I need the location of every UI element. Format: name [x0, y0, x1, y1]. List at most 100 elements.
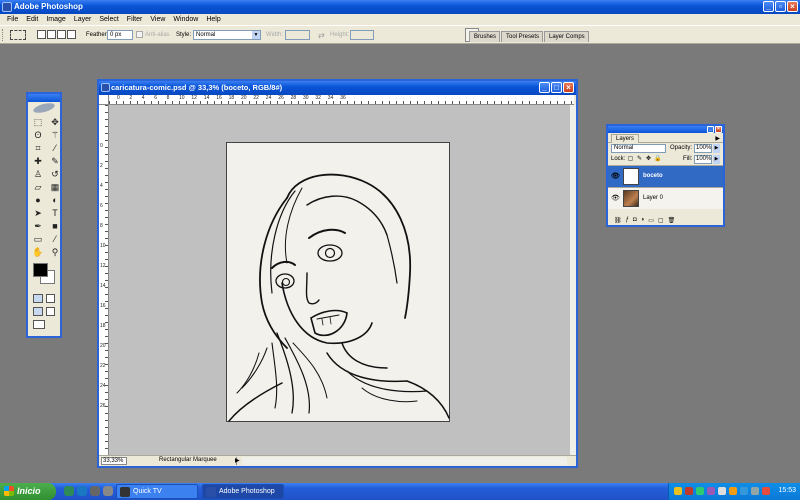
- clone-stamp-icon[interactable]: ♙: [31, 169, 45, 180]
- lock-position-icon[interactable]: ✥: [645, 156, 652, 163]
- tab-brushes[interactable]: Brushes: [469, 31, 501, 42]
- notes-tool-icon[interactable]: ▭: [31, 234, 45, 245]
- task-adobe-photoshop[interactable]: Adobe Photoshop: [202, 484, 284, 499]
- tray-messenger-icon[interactable]: [707, 487, 715, 495]
- zoom-field[interactable]: 33,33%: [101, 457, 127, 465]
- lasso-tool-icon[interactable]: ʘ: [31, 130, 45, 141]
- width-input[interactable]: [285, 30, 310, 40]
- hand-tool-icon[interactable]: ✋: [31, 247, 45, 258]
- tray-bluetooth-icon[interactable]: [740, 487, 748, 495]
- task-quick-tv[interactable]: Quick TV: [116, 484, 198, 499]
- media-player-icon[interactable]: [90, 486, 100, 496]
- pen-tool-icon[interactable]: ✒: [31, 221, 45, 232]
- horizontal-scrollbar[interactable]: [242, 457, 567, 465]
- foreground-color-swatch[interactable]: [33, 263, 48, 277]
- tray-volume-icon[interactable]: [718, 487, 726, 495]
- layer-row-layer-0[interactable]: 👁 Layer 0: [608, 187, 723, 209]
- type-tool-icon[interactable]: T: [48, 208, 62, 219]
- tab-tool-presets[interactable]: Tool Presets: [501, 31, 544, 42]
- path-selection-icon[interactable]: ➤: [31, 208, 45, 219]
- layer-row-boceto[interactable]: 👁 boceto: [608, 165, 723, 187]
- layers-minimize-button[interactable]: _: [707, 126, 714, 133]
- adjustment-layer-icon[interactable]: ◑: [641, 217, 645, 223]
- shape-tool-icon[interactable]: ■: [48, 221, 62, 232]
- menu-window[interactable]: Window: [169, 14, 202, 25]
- lock-transparency-icon[interactable]: ▢: [627, 156, 634, 163]
- tray-alert-icon[interactable]: [762, 487, 770, 495]
- style-select[interactable]: Normal ▼: [193, 30, 261, 40]
- restore-button[interactable]: ▫: [775, 1, 786, 12]
- app-title-bar[interactable]: Adobe Photoshop _ ▫ ×: [0, 0, 800, 14]
- brush-tool-icon[interactable]: ✎: [48, 156, 62, 167]
- menu-image[interactable]: Image: [42, 14, 69, 25]
- opacity-input[interactable]: 100%: [694, 144, 712, 153]
- menu-edit[interactable]: Edit: [22, 14, 42, 25]
- crop-tool-icon[interactable]: ⌗: [31, 143, 45, 154]
- artboard[interactable]: [226, 142, 450, 422]
- healing-brush-icon[interactable]: ✚: [31, 156, 45, 167]
- opacity-slider-icon[interactable]: ▶: [713, 144, 720, 153]
- menu-filter[interactable]: Filter: [123, 14, 147, 25]
- tab-layers[interactable]: Layers: [611, 134, 640, 143]
- tray-network-icon[interactable]: [696, 487, 704, 495]
- document-title-bar[interactable]: caricatura-comic.psd @ 33,3% (boceto, RG…: [99, 81, 576, 95]
- quick-mask-mode-button[interactable]: [45, 294, 55, 303]
- subtract-selection-button[interactable]: [57, 30, 66, 39]
- layer-name[interactable]: Layer 0: [643, 195, 663, 201]
- menu-file[interactable]: File: [3, 14, 22, 25]
- link-layers-icon[interactable]: ⛓: [614, 217, 622, 224]
- canvas-area[interactable]: [109, 105, 574, 455]
- blur-tool-icon[interactable]: ●: [31, 195, 45, 206]
- menu-select[interactable]: Select: [95, 14, 122, 25]
- dodge-tool-icon[interactable]: ◐: [48, 195, 62, 206]
- menu-help[interactable]: Help: [202, 14, 224, 25]
- screen-mode-standard-button[interactable]: [33, 307, 43, 316]
- standard-mode-button[interactable]: [33, 294, 43, 303]
- layer-set-icon[interactable]: ▭: [648, 217, 654, 224]
- options-grip[interactable]: [2, 29, 5, 41]
- tray-antivirus-icon[interactable]: [685, 487, 693, 495]
- menu-layer[interactable]: Layer: [70, 14, 96, 25]
- doc-close-button[interactable]: ×: [563, 82, 574, 93]
- tray-shield-icon[interactable]: [674, 487, 682, 495]
- feather-input[interactable]: 0 px: [107, 30, 133, 40]
- antialias-checkbox[interactable]: [136, 31, 143, 38]
- jump-to-imageready-button[interactable]: [33, 320, 45, 329]
- blend-mode-select[interactable]: Normal: [611, 144, 666, 153]
- layer-name[interactable]: boceto: [643, 173, 663, 179]
- history-brush-icon[interactable]: ↺: [48, 169, 62, 180]
- height-input[interactable]: [350, 30, 374, 40]
- fill-input[interactable]: 100%: [694, 155, 712, 164]
- fill-slider-icon[interactable]: ▶: [713, 155, 720, 164]
- doc-maximize-button[interactable]: □: [551, 82, 562, 93]
- screen-mode-full-button[interactable]: [45, 307, 55, 316]
- palette-menu-icon[interactable]: ▶: [715, 135, 720, 142]
- slice-tool-icon[interactable]: ⁄: [48, 143, 62, 154]
- status-menu-arrow-icon[interactable]: ▶: [235, 457, 240, 464]
- doc-minimize-button[interactable]: _: [539, 82, 550, 93]
- layer-mask-icon[interactable]: ◘: [633, 217, 637, 223]
- minimize-button[interactable]: _: [763, 1, 774, 12]
- magic-wand-icon[interactable]: ⚚: [48, 130, 62, 141]
- visibility-eye-icon[interactable]: 👁: [611, 172, 620, 180]
- layer-style-icon[interactable]: ƒ: [626, 217, 629, 223]
- eyedropper-tool-icon[interactable]: ⁄: [48, 234, 62, 245]
- delete-layer-icon[interactable]: 🗑: [668, 217, 676, 224]
- tool-preset-picker[interactable]: [10, 30, 26, 40]
- layers-close-button[interactable]: ×: [715, 126, 722, 133]
- start-button[interactable]: Inicio: [0, 483, 56, 500]
- gradient-tool-icon[interactable]: ▦: [48, 182, 62, 193]
- quick-launch-icon[interactable]: [103, 486, 113, 496]
- new-layer-icon[interactable]: ▢: [658, 217, 664, 224]
- feather-logo-icon[interactable]: [28, 101, 60, 115]
- show-desktop-icon[interactable]: [64, 486, 74, 496]
- zoom-tool-icon[interactable]: ⚲: [48, 247, 62, 258]
- horizontal-ruler[interactable]: 0 2 4 6 8 10 12 14 16 18 20 22 24 26 28 30 32 34 36: [109, 95, 574, 105]
- tray-update-icon[interactable]: [729, 487, 737, 495]
- swap-icon[interactable]: ⇄: [318, 31, 325, 40]
- menu-view[interactable]: View: [146, 14, 169, 25]
- vertical-scrollbar[interactable]: [570, 105, 576, 455]
- tab-layer-comps[interactable]: Layer Comps: [544, 31, 589, 42]
- new-selection-button[interactable]: [37, 30, 46, 39]
- vertical-ruler[interactable]: 0 2 4 6 8 10 12 14 16 18 20 22 24 26: [99, 105, 109, 455]
